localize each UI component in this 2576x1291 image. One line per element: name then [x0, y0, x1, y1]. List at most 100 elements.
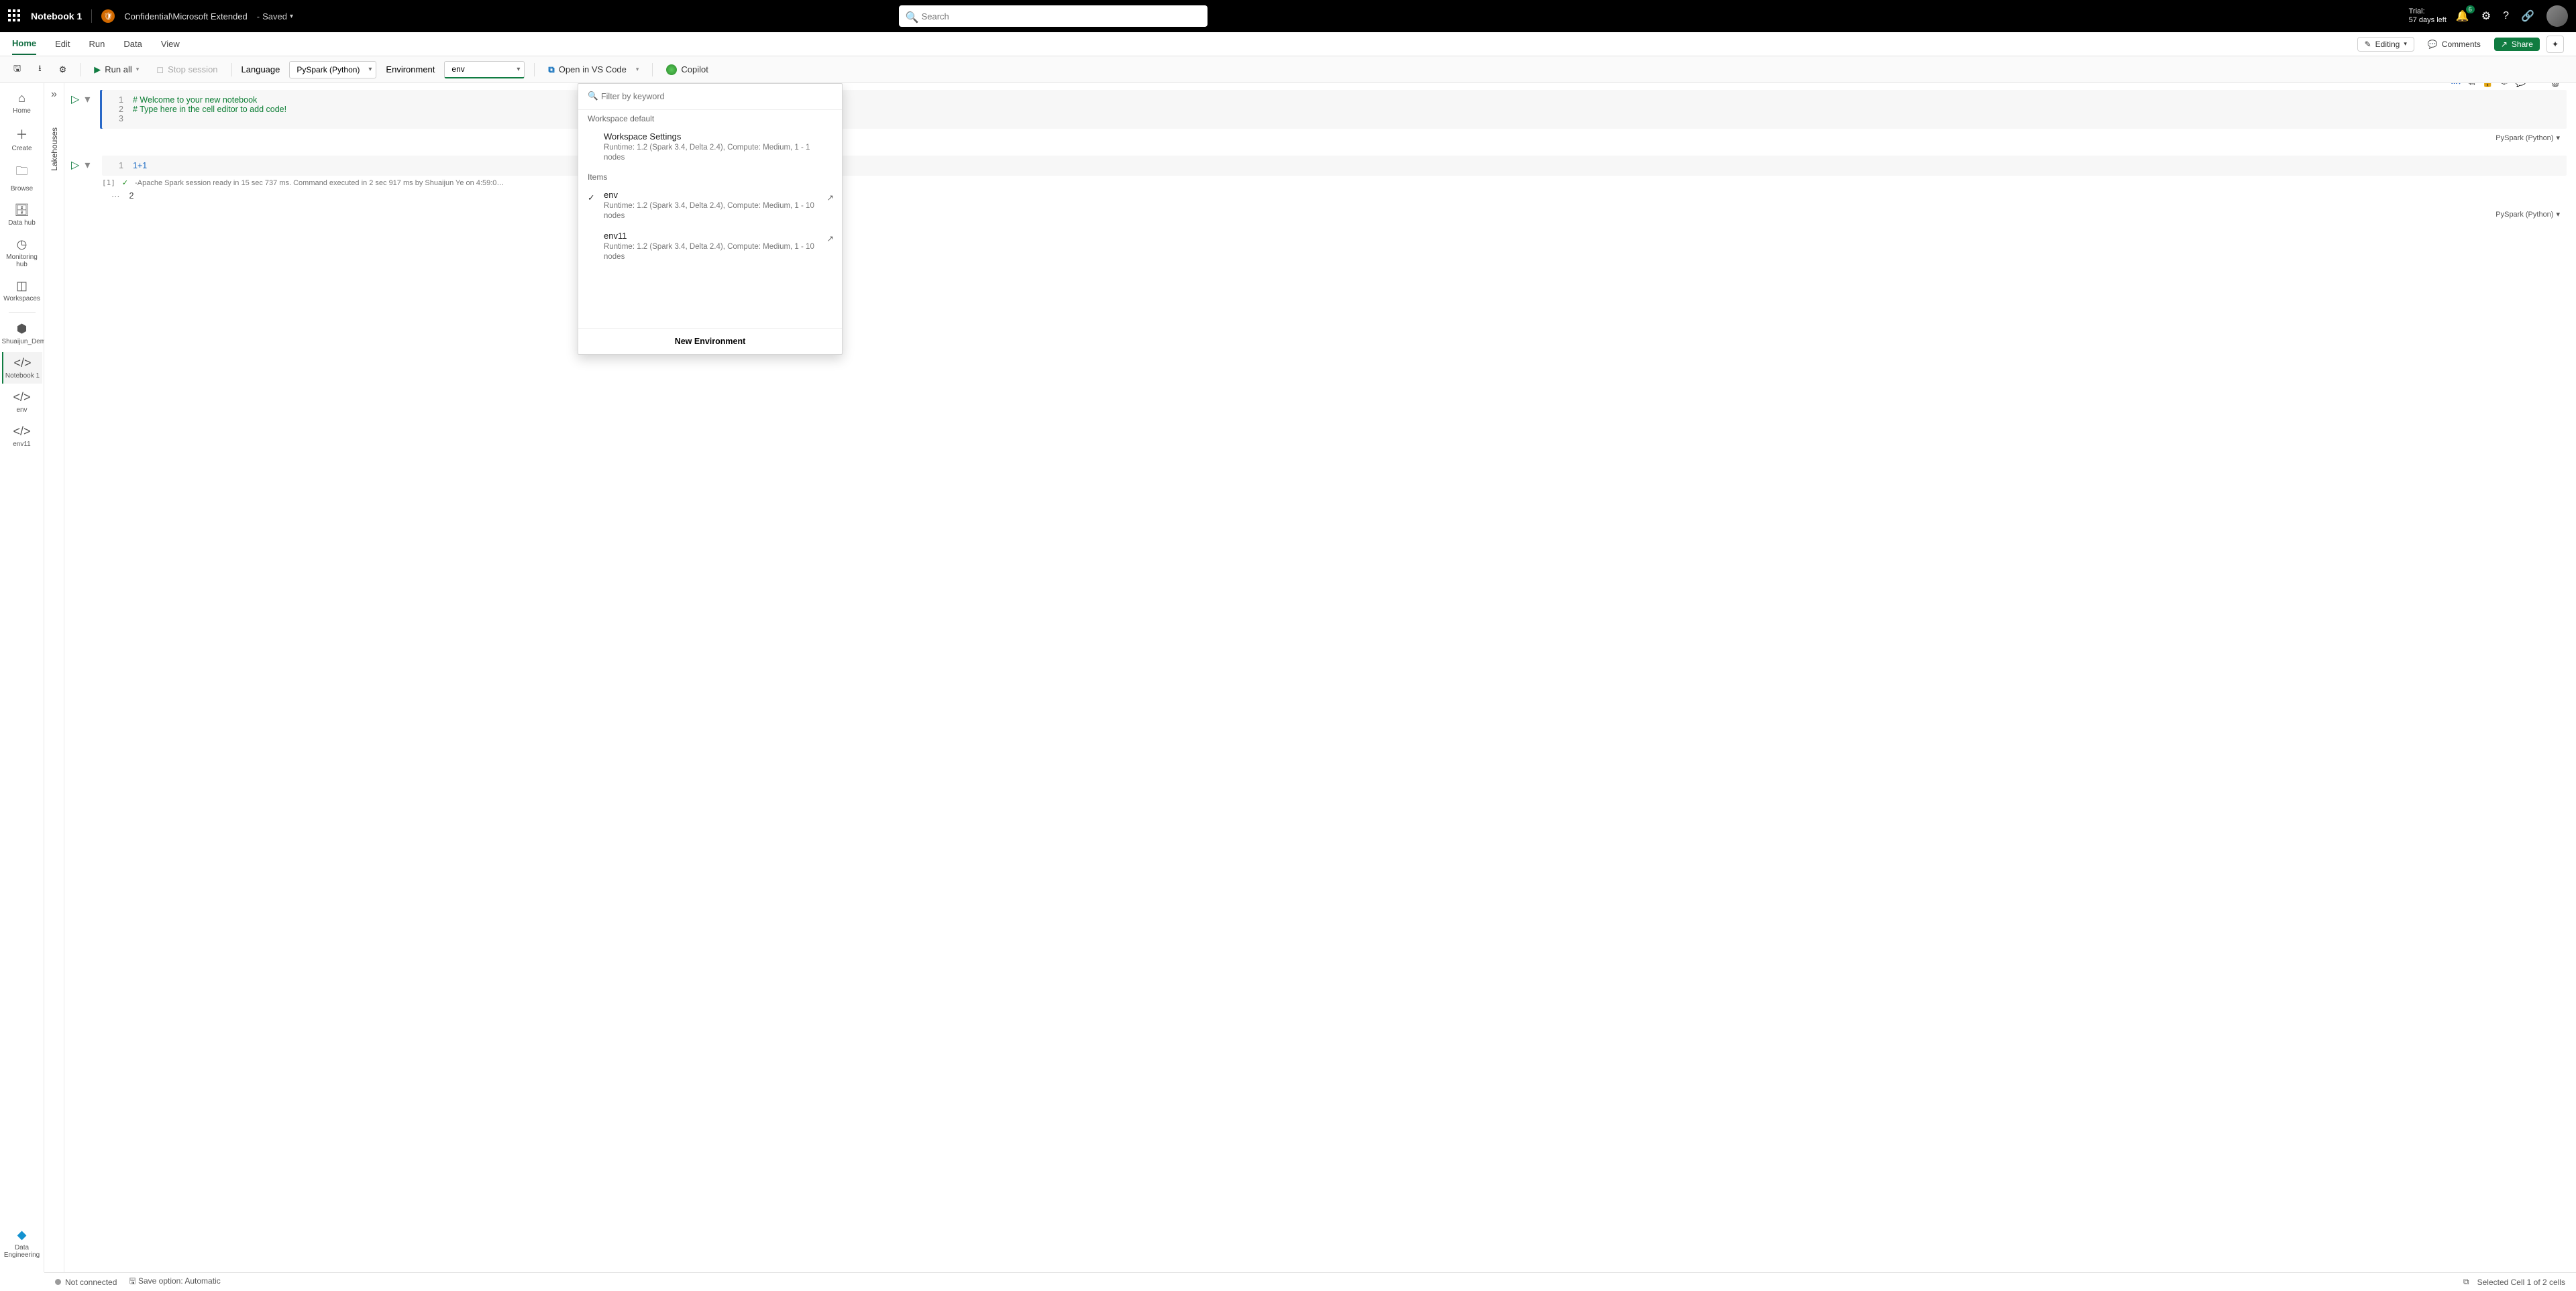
- success-icon: ✓: [122, 178, 128, 187]
- cell-selection-status: Selected Cell 1 of 2 cells: [2477, 1278, 2565, 1287]
- output-index: [1]: [102, 178, 115, 187]
- save-state[interactable]: -Saved▾: [257, 11, 293, 21]
- environment-label: Environment: [386, 64, 435, 74]
- output-menu-icon[interactable]: ⋯: [111, 191, 121, 201]
- run-cell-menu-icon[interactable]: ▾: [85, 158, 90, 172]
- code-editor[interactable]: 11+1: [102, 156, 2567, 176]
- freeze-icon[interactable]: ❄: [2500, 83, 2508, 88]
- lakehouses-label[interactable]: Lakehouses: [50, 127, 59, 171]
- copilot-toggle[interactable]: ✦: [2546, 36, 2564, 53]
- tab-edit[interactable]: Edit: [55, 34, 70, 54]
- tab-home[interactable]: Home: [12, 33, 36, 55]
- nav-workspaces[interactable]: ◫Workspaces: [2, 275, 42, 306]
- open-external-icon[interactable]: ↗: [827, 192, 834, 203]
- run-cell-icon[interactable]: ▷: [71, 158, 79, 172]
- run-cell-icon[interactable]: ▷: [71, 93, 79, 106]
- save-button[interactable]: 🖫: [9, 60, 25, 80]
- environment-select[interactable]: env▾: [444, 61, 525, 78]
- layout-icon[interactable]: ⧉: [2463, 1277, 2469, 1287]
- run-cell-menu-icon[interactable]: ▾: [85, 93, 90, 106]
- play-icon: ▶: [94, 64, 101, 75]
- app-launcher-icon[interactable]: [8, 9, 21, 23]
- folder-icon: 🗀: [2, 163, 42, 183]
- save-small-icon: 🖫: [129, 1276, 136, 1286]
- convert-icon[interactable]: ⧉: [2469, 83, 2475, 88]
- vscode-icon: ⧉: [548, 64, 554, 75]
- cell-language[interactable]: PySpark (Python)▾: [2496, 210, 2560, 219]
- execution-status: -Apache Spark session ready in 15 sec 73…: [135, 179, 504, 187]
- open-in-vscode[interactable]: ⧉ Open in VS Code ▾: [544, 62, 643, 78]
- share-icon: ↗: [2501, 40, 2508, 49]
- code-cell[interactable]: ▷ ▾ 11+1 PySpark (Python)▾ [1] ✓ -Apache…: [71, 156, 2567, 205]
- check-icon: ✓: [588, 192, 594, 203]
- notebook-icon: </>: [3, 356, 42, 370]
- tab-view[interactable]: View: [161, 34, 180, 54]
- help-icon[interactable]: ?: [2503, 10, 2509, 22]
- env-option-env11[interactable]: env11 Runtime: 1.2 (Spark 3.4, Delta 2.4…: [578, 227, 842, 268]
- cell-settings-button[interactable]: ⚙: [55, 62, 71, 78]
- download-button[interactable]: ⭳: [34, 60, 46, 80]
- global-search[interactable]: 🔍: [899, 5, 1208, 27]
- nav-browse[interactable]: 🗀Browse: [2, 159, 42, 197]
- nav-persona[interactable]: ◆Data Engineering: [2, 1224, 42, 1263]
- cell-language[interactable]: PySpark (Python)▾: [2496, 133, 2560, 142]
- nav-env11[interactable]: </>env11: [2, 420, 42, 452]
- comment-cell-icon[interactable]: 💬: [2515, 83, 2526, 88]
- search-input[interactable]: [899, 5, 1208, 27]
- environment-dropdown: 🔍 Workspace default Workspace Settings R…: [578, 83, 843, 355]
- stop-session-button[interactable]: ◻ Stop session: [152, 62, 221, 78]
- status-bar: Not connected 🖫 Save option: Automatic ⧉…: [44, 1272, 2576, 1291]
- new-environment-button[interactable]: New Environment: [578, 328, 842, 354]
- share-button[interactable]: ↗ Share: [2494, 38, 2540, 51]
- run-all-button[interactable]: ▶ Run all ▾: [90, 62, 143, 78]
- env-items-header: Items: [578, 168, 842, 186]
- tab-data[interactable]: Data: [123, 34, 142, 54]
- nav-workspace-shuaijun[interactable]: ⬢Shuaijun_Demo_Env: [2, 318, 42, 349]
- tab-run[interactable]: Run: [89, 34, 105, 54]
- ribbon-tabs: Home Edit Run Data View ✎ Editing ▾ 💬 Co…: [0, 32, 2576, 56]
- env-icon: </>: [2, 425, 42, 439]
- editing-mode-button[interactable]: ✎ Editing ▾: [2357, 37, 2414, 52]
- copilot-button[interactable]: Copilot: [662, 62, 712, 78]
- cell-toolbar: M↓ ⧉ 🔒 ❄ 💬 ⋯ 🗑: [2451, 83, 2561, 88]
- search-icon: 🔍: [906, 11, 919, 24]
- env-option-env[interactable]: ✓ env Runtime: 1.2 (Spark 3.4, Delta 2.4…: [578, 186, 842, 227]
- lakehouses-rail: » Lakehouses: [44, 83, 64, 1272]
- copilot-icon: ✦: [2552, 40, 2559, 49]
- code-editor[interactable]: 1# Welcome to your new notebook 2# Type …: [102, 90, 2567, 129]
- nav-notebook1[interactable]: </>Notebook 1: [2, 352, 42, 384]
- environment-filter-input[interactable]: [586, 89, 834, 104]
- open-external-icon[interactable]: ↗: [827, 233, 834, 243]
- status-dot-icon: [55, 1279, 61, 1285]
- pencil-icon: ✎: [2365, 40, 2371, 49]
- nav-create[interactable]: ＋Create: [2, 121, 42, 156]
- nav-env[interactable]: </>env: [2, 386, 42, 418]
- delete-cell-icon[interactable]: 🗑: [2549, 83, 2561, 88]
- feedback-icon[interactable]: 🔗: [2521, 9, 2534, 23]
- language-select[interactable]: PySpark (Python)▾: [289, 61, 376, 78]
- comment-icon: 💬: [2428, 40, 2438, 49]
- settings-icon[interactable]: ⚙: [2481, 9, 2491, 23]
- nav-datahub[interactable]: 🗄Data hub: [2, 199, 42, 231]
- notifications-icon[interactable]: 🔔6: [2456, 9, 2469, 23]
- sensitivity-label[interactable]: Confidential\Microsoft Extended: [124, 11, 248, 21]
- code-cell[interactable]: M↓ ⧉ 🔒 ❄ 💬 ⋯ 🗑 ▷ ▾ 1# Welcome to your ne…: [71, 90, 2567, 129]
- lock-icon[interactable]: 🔒: [2482, 83, 2493, 88]
- trial-status[interactable]: Trial: 57 days left: [2409, 7, 2447, 25]
- notebook-canvas: » Lakehouses M↓ ⧉ 🔒 ❄ 💬 ⋯ 🗑 ▷ ▾: [44, 83, 2576, 1272]
- more-icon[interactable]: ⋯: [2533, 83, 2542, 88]
- save-option[interactable]: 🖫 Save option: Automatic: [129, 1275, 220, 1289]
- gear-icon: ⚙: [59, 64, 67, 75]
- cell-output: 2: [129, 191, 134, 201]
- top-bar: Notebook 1 🛡 Confidential\Microsoft Exte…: [0, 0, 2576, 32]
- user-avatar[interactable]: [2546, 5, 2568, 27]
- markdown-toggle-icon[interactable]: M↓: [2451, 83, 2462, 88]
- save-icon: 🖫: [13, 62, 21, 77]
- env-option-workspace-settings[interactable]: Workspace Settings Runtime: 1.2 (Spark 3…: [578, 127, 842, 168]
- expand-rail-icon[interactable]: »: [51, 89, 57, 101]
- nav-monitoring[interactable]: ◷Monitoring hub: [2, 233, 42, 272]
- connection-status[interactable]: Not connected: [55, 1278, 117, 1287]
- nav-home[interactable]: ⌂Home: [2, 87, 42, 119]
- comments-button[interactable]: 💬 Comments: [2421, 38, 2487, 51]
- notebook-title[interactable]: Notebook 1: [31, 11, 82, 21]
